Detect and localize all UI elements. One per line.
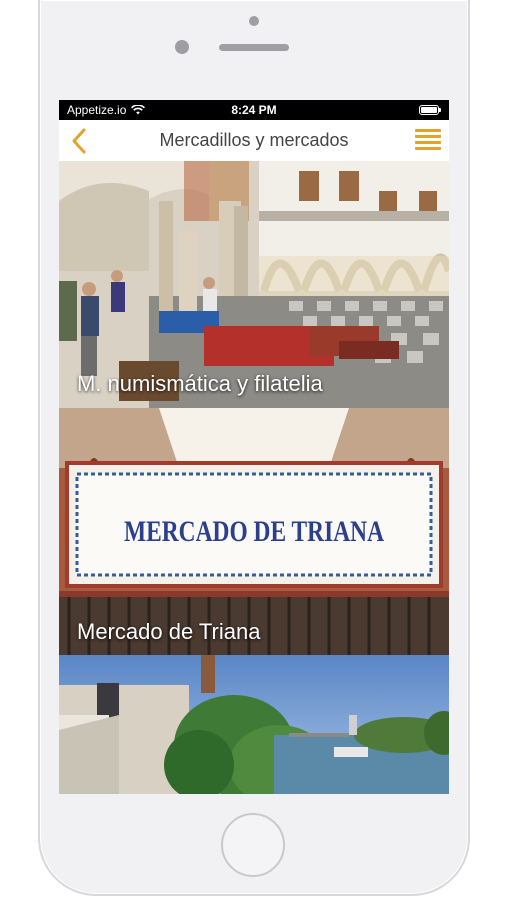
hamburger-menu-icon bbox=[415, 129, 441, 150]
page-title: Mercadillos y mercados bbox=[159, 130, 349, 150]
market-photo-triana-sign: MERCADO DE TRIANA bbox=[59, 408, 449, 655]
app-screen: Appetize.io 8:24 PM Mercadillos y mercad… bbox=[59, 100, 449, 794]
market-card-numismatica[interactable]: M. numismática y filatelia bbox=[59, 161, 449, 408]
market-photo-river bbox=[59, 655, 449, 794]
market-card-river[interactable] bbox=[59, 655, 449, 794]
chevron-left-icon bbox=[72, 128, 86, 154]
card-label: M. numismática y filatelia bbox=[77, 371, 323, 396]
market-card-triana[interactable]: MERCADO DE TRIANA Mercado de Triana bbox=[59, 408, 449, 655]
navigation-bar: Mercadillos y mercados bbox=[59, 120, 449, 162]
front-camera bbox=[175, 40, 189, 54]
earpiece-speaker bbox=[219, 44, 289, 51]
status-bar: Appetize.io 8:24 PM bbox=[59, 100, 449, 120]
proximity-sensor bbox=[249, 16, 259, 26]
card-label: Mercado de Triana bbox=[77, 619, 261, 644]
status-time: 8:24 PM bbox=[231, 103, 277, 117]
battery-icon bbox=[419, 105, 441, 115]
triana-sign-text: MERCADO DE TRIANA bbox=[124, 515, 384, 548]
home-button[interactable] bbox=[221, 813, 285, 877]
menu-button[interactable] bbox=[415, 129, 441, 153]
back-button[interactable] bbox=[67, 126, 91, 156]
